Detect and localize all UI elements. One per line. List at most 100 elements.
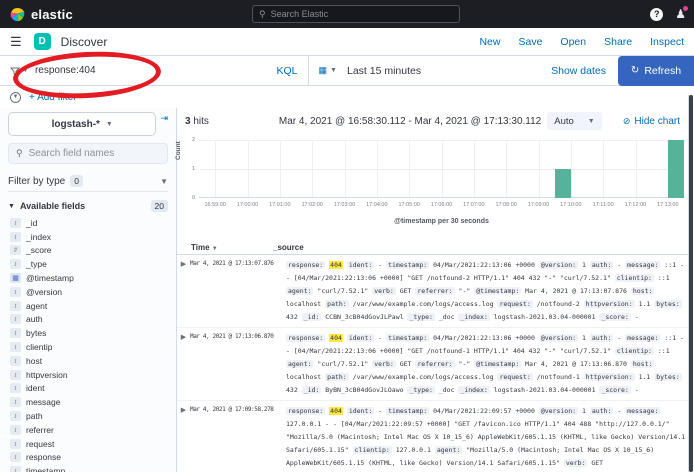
gridline-v bbox=[248, 140, 249, 198]
global-search-input[interactable]: ⚲ Search Elastic bbox=[252, 5, 460, 23]
filter-icon bbox=[10, 66, 20, 76]
nav-action-new[interactable]: New bbox=[479, 36, 500, 48]
field-item-message[interactable]: tmessage bbox=[8, 395, 168, 409]
field-item-timestamp[interactable]: ▦@timestamp bbox=[8, 271, 168, 285]
elastic-logo[interactable]: elastic bbox=[10, 7, 73, 22]
histogram-bar[interactable] bbox=[668, 140, 684, 198]
nav-action-open[interactable]: Open bbox=[560, 36, 586, 48]
string-type-icon: t bbox=[10, 425, 21, 435]
query-input[interactable]: response:404 bbox=[35, 65, 96, 76]
field-item-ident[interactable]: tident bbox=[8, 382, 168, 396]
field-item-path[interactable]: tpath bbox=[8, 409, 168, 423]
string-type-icon: t bbox=[10, 397, 21, 407]
field-value-pair: httpversion: 1.1 bbox=[584, 373, 655, 381]
help-icon[interactable]: ? bbox=[650, 8, 663, 21]
elastic-logo-icon bbox=[10, 7, 25, 22]
field-name: clientip bbox=[26, 342, 52, 352]
date-picker-button[interactable]: ▦ ▼ bbox=[309, 65, 347, 76]
user-avatar[interactable]: ♟ bbox=[675, 8, 686, 20]
field-item-host[interactable]: thost bbox=[8, 354, 168, 368]
kql-language-button[interactable]: KQL bbox=[267, 56, 309, 85]
expand-row-icon[interactable]: ▶ bbox=[177, 405, 190, 470]
filter-by-type[interactable]: Filter by type 0 ▼ bbox=[8, 171, 168, 192]
index-pattern-select[interactable]: logstash-* ▼ bbox=[8, 112, 156, 136]
time-range-value[interactable]: Last 15 minutes bbox=[347, 65, 551, 77]
search-icon: ⚲ bbox=[16, 148, 23, 159]
page-title: Discover bbox=[61, 35, 108, 49]
gridline-v bbox=[474, 140, 475, 198]
chart-plot-area: 01216:59:0017:00:0017:01:0017:02:0017:03… bbox=[199, 140, 684, 198]
chart-xlabel: @timestamp per 30 seconds bbox=[199, 218, 684, 225]
chevron-down-icon: ▼ bbox=[160, 177, 168, 186]
collapse-sidebar-icon[interactable]: ⇥ bbox=[160, 113, 168, 124]
string-type-icon: t bbox=[10, 301, 21, 311]
field-item-version[interactable]: t@version bbox=[8, 285, 168, 299]
refresh-button[interactable]: ↻ Refresh bbox=[618, 56, 694, 86]
eye-closed-icon: ⊘ bbox=[623, 116, 631, 127]
scrollbar-thumb[interactable] bbox=[689, 95, 693, 472]
time-column-header[interactable]: Time ▼ bbox=[177, 243, 273, 252]
x-axis-tick: 17:03:00 bbox=[334, 202, 355, 208]
field-item-referrer[interactable]: treferrer bbox=[8, 423, 168, 437]
field-item-bytes[interactable]: tbytes bbox=[8, 326, 168, 340]
string-type-icon: t bbox=[10, 328, 21, 338]
add-filter-button[interactable]: + Add filter bbox=[29, 92, 77, 103]
field-value-pair: verb: GET bbox=[564, 459, 603, 467]
field-name: agent bbox=[26, 301, 47, 311]
field-value-pair: clientip: 127.0.0.1 bbox=[353, 446, 435, 454]
string-type-icon: t bbox=[10, 439, 21, 449]
field-value-pair: referrer: "-" bbox=[415, 287, 474, 295]
hits-number: 3 bbox=[185, 116, 191, 127]
gridline-v bbox=[409, 140, 410, 198]
field-value-pair: @timestamp: Mar 4, 2021 @ 17:13:06.870 bbox=[474, 360, 631, 368]
time-range-display: Mar 4, 2021 @ 16:58:30.112 - Mar 4, 2021… bbox=[279, 116, 541, 127]
field-item-request[interactable]: trequest bbox=[8, 437, 168, 451]
expand-row-icon[interactable]: ▶ bbox=[177, 259, 190, 324]
histogram-bar[interactable] bbox=[555, 169, 571, 198]
field-name: path bbox=[26, 411, 43, 421]
field-value-pair: @version: 1 bbox=[539, 334, 590, 342]
field-value-pair: _index: logstash-2021.03.04-000001 bbox=[458, 386, 599, 394]
field-value-pair: _type: _doc bbox=[407, 386, 458, 394]
field-item-type[interactable]: t_type bbox=[8, 257, 168, 271]
field-item-id[interactable]: t_id bbox=[8, 216, 168, 230]
field-item-index[interactable]: t _index bbox=[8, 230, 168, 244]
field-value-pair: _id: CCBN_3cB04dGovJLPawl bbox=[302, 313, 408, 321]
field-value-pair: timestamp: 04/Mar/2021:22:13:06 +0000 bbox=[386, 261, 539, 269]
field-name: timestamp bbox=[26, 466, 65, 472]
nav-action-share[interactable]: Share bbox=[604, 36, 632, 48]
discover-app-badge[interactable]: D bbox=[34, 33, 51, 50]
field-name: _index bbox=[26, 232, 51, 242]
saved-query-menu-icon[interactable]: ▼ bbox=[0, 66, 35, 76]
field-item-score[interactable]: #_score bbox=[8, 244, 168, 258]
field-item-response[interactable]: tresponse bbox=[8, 451, 168, 465]
field-search-input[interactable]: ⚲ Search field names bbox=[8, 143, 168, 164]
field-item-auth[interactable]: tauth bbox=[8, 313, 168, 327]
show-dates-button[interactable]: Show dates bbox=[551, 65, 618, 77]
field-item-timestamp[interactable]: ttimestamp bbox=[8, 464, 168, 472]
x-axis-tick: 16:59:00 bbox=[204, 202, 225, 208]
nav-action-save[interactable]: Save bbox=[518, 36, 542, 48]
interval-value: Auto bbox=[554, 116, 574, 127]
field-value-pair: _score: - bbox=[599, 386, 638, 394]
highlighted-value: 404 bbox=[329, 334, 343, 342]
number-type-icon: # bbox=[10, 245, 21, 255]
menu-icon[interactable]: ☰ bbox=[10, 35, 22, 48]
field-item-agent[interactable]: tagent bbox=[8, 299, 168, 313]
field-item-httpversion[interactable]: thttpversion bbox=[8, 368, 168, 382]
string-type-icon: t bbox=[10, 232, 21, 242]
available-fields-header[interactable]: ▼ Available fields 20 bbox=[8, 200, 168, 212]
nav-action-inspect[interactable]: Inspect bbox=[650, 36, 684, 48]
filter-options-icon[interactable]: ▼ bbox=[10, 92, 21, 103]
field-value-pair: clientip: ::1 bbox=[615, 347, 670, 355]
interval-select[interactable]: Auto ▼ bbox=[547, 112, 601, 130]
field-item-clientip[interactable]: tclientip bbox=[8, 340, 168, 354]
field-value-pair: clientip: ::1 bbox=[615, 274, 670, 282]
field-value-pair: timestamp: 04/Mar/2021:22:09:57 +0000 bbox=[386, 407, 539, 415]
hide-chart-button[interactable]: ⊘ Hide chart bbox=[623, 116, 680, 127]
x-axis-tick: 17:08:00 bbox=[495, 202, 516, 208]
row-source: response: 404 ident: - timestamp: 04/Mar… bbox=[286, 405, 688, 470]
histogram-chart[interactable]: Count 01216:59:0017:00:0017:01:0017:02:0… bbox=[177, 134, 688, 238]
field-value-pair: @version: 1 bbox=[539, 261, 590, 269]
expand-row-icon[interactable]: ▶ bbox=[177, 332, 190, 397]
